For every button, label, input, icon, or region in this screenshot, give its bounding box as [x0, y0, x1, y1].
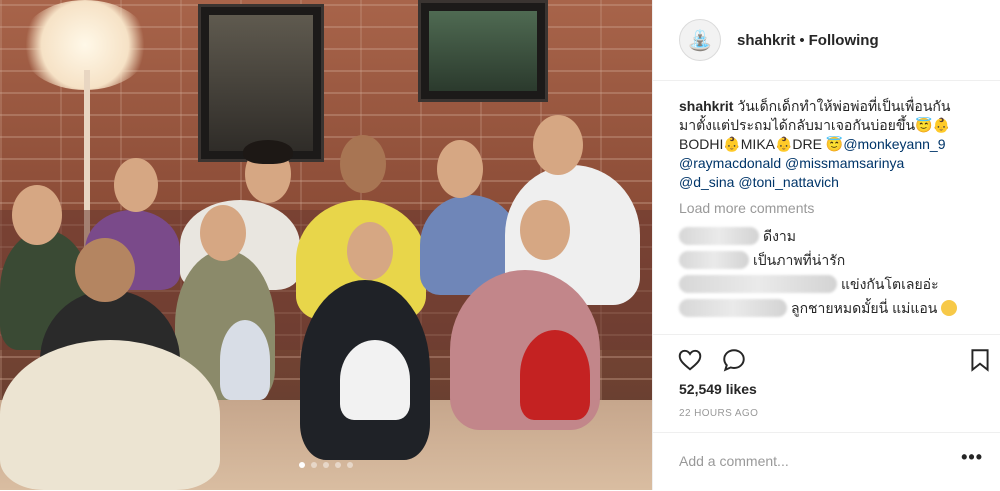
person-head: [12, 185, 62, 245]
comment-text: ลูกชายหมดมั้ยนี่ แม่แอน: [791, 299, 938, 316]
comment-row: ดีงาม: [679, 224, 989, 248]
separator-dot: •: [799, 31, 805, 49]
person-head: [75, 238, 135, 302]
comment-text: ดีงาม: [763, 227, 797, 244]
fountain-icon[interactable]: ⛲: [679, 19, 721, 61]
mention-link[interactable]: @missmamsarinya: [785, 155, 904, 171]
carousel-dot[interactable]: [335, 462, 341, 468]
comment-row: ลูกชายหมดมั้ยนี่ แม่แอน: [679, 296, 989, 320]
mention-link[interactable]: @monkeyann_9: [843, 136, 945, 152]
instagram-post: ⛲ shahkrit • Following shahkrit วันเด็กเด็…: [0, 0, 1000, 490]
baby: [220, 320, 270, 400]
comments-section: shahkrit วันเด็กเด็กทำให้พ่อพ่อที่เป็นเพ…: [679, 97, 989, 320]
post-header: ⛲ shahkrit • Following: [653, 0, 1000, 81]
username-link[interactable]: shahkrit: [737, 32, 795, 49]
action-bar: [653, 334, 1000, 385]
person-head: [520, 200, 570, 260]
following-button[interactable]: Following: [809, 32, 879, 49]
post-photo[interactable]: [0, 0, 652, 490]
carousel-indicator: [0, 462, 652, 468]
baby: [340, 340, 410, 420]
comment-row: แข่งกันโตเลยอ่ะ: [679, 272, 989, 296]
baby: [520, 330, 590, 420]
more-options-icon[interactable]: •••: [961, 447, 983, 468]
caption-username[interactable]: shahkrit: [679, 98, 733, 114]
blurred-username: [679, 251, 749, 269]
comment-text: แข่งกันโตเลยอ่ะ: [841, 275, 939, 292]
smiley-emoji-icon: [941, 300, 958, 316]
add-comment-input[interactable]: [679, 451, 939, 471]
header-text: shahkrit • Following: [737, 32, 879, 49]
carousel-dot[interactable]: [299, 462, 305, 468]
post-sidebar: ⛲ shahkrit • Following shahkrit วันเด็กเด็…: [652, 0, 1000, 490]
blurred-username: [679, 275, 837, 293]
caption-line-1: วันเด็กเด็กทำให้พ่อพ่อที่เป็นเพื่อนกัน: [737, 98, 951, 114]
person-head: [340, 135, 386, 193]
comment-row: เป็นภาพที่น่ารัก: [679, 248, 989, 272]
mention-link[interactable]: @raymacdonald: [679, 155, 781, 171]
person-head: [437, 140, 483, 198]
likes-count[interactable]: 52,549 likes: [679, 381, 757, 397]
carousel-dot[interactable]: [311, 462, 317, 468]
post-timestamp[interactable]: 22 HOURS AGO: [679, 408, 758, 419]
mention-link[interactable]: @toni_nattavich: [738, 174, 839, 190]
caption: shahkrit วันเด็กเด็กทำให้พ่อพ่อที่เป็นเพ…: [679, 97, 989, 192]
framed-landscape-photo: [418, 0, 548, 102]
person-head: [533, 115, 583, 175]
carousel-dot[interactable]: [323, 462, 329, 468]
comment-text: เป็นภาพที่น่ารัก: [753, 251, 846, 268]
add-comment-bar: •••: [653, 432, 1000, 491]
carousel-dot[interactable]: [347, 462, 353, 468]
person-head: [114, 158, 158, 212]
person-head: [200, 205, 246, 261]
comment-bubble-icon[interactable]: [721, 347, 747, 373]
framed-portrait-painting: [198, 4, 324, 162]
person-hair: [243, 140, 293, 164]
heart-icon[interactable]: [677, 347, 703, 373]
caption-line-3: BODHI👶MIKA👶DRE 😇: [679, 136, 844, 152]
blurred-username: [679, 299, 787, 317]
person-head: [347, 222, 393, 280]
caption-line-2: มาตั้งแต่ประถมได้กลับมาเจอกันบ่อยขึ้น😇👶: [679, 117, 950, 133]
load-more-comments-button[interactable]: Load more comments: [679, 199, 989, 218]
blurred-username: [679, 227, 759, 245]
mention-link[interactable]: @d_sina: [679, 174, 734, 190]
bookmark-icon[interactable]: [967, 347, 993, 373]
